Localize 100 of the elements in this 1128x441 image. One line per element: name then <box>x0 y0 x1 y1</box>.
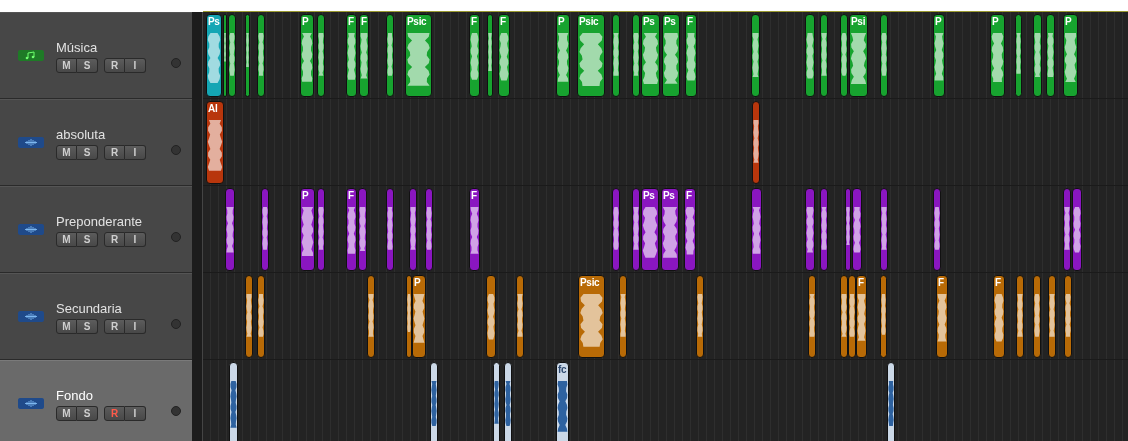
audio-region[interactable] <box>619 275 627 358</box>
audio-region[interactable] <box>820 14 828 97</box>
audio-region[interactable]: P <box>1063 14 1078 97</box>
audio-region[interactable] <box>751 188 762 271</box>
track-toggle-button[interactable]: S <box>77 319 98 334</box>
audio-region[interactable] <box>612 188 620 271</box>
audio-region[interactable] <box>751 14 760 97</box>
audio-region[interactable] <box>880 188 888 271</box>
track-header[interactable]: Secundaria M S R I <box>0 273 192 360</box>
track-toggle-button[interactable]: M <box>56 406 77 421</box>
audio-region[interactable] <box>1046 14 1055 97</box>
track-toggle-button[interactable]: R <box>104 58 125 73</box>
audio-region[interactable] <box>612 14 620 97</box>
audio-region[interactable] <box>516 275 524 358</box>
audio-region[interactable]: F <box>685 14 697 97</box>
audio-region[interactable] <box>367 275 375 358</box>
track-toggle-button[interactable]: M <box>56 145 77 160</box>
track-toggle-button[interactable]: R <box>104 319 125 334</box>
audio-region[interactable] <box>245 275 253 358</box>
audio-region[interactable] <box>261 188 269 271</box>
audio-region[interactable]: F <box>469 14 480 97</box>
track-toggle-button[interactable]: I <box>125 58 146 73</box>
track-toggle-button[interactable]: S <box>77 58 98 73</box>
audio-region[interactable]: F <box>684 188 696 271</box>
audio-region[interactable] <box>845 188 851 271</box>
audio-region[interactable]: P <box>556 14 570 97</box>
audio-region[interactable]: F <box>346 14 357 97</box>
audio-region[interactable] <box>1064 275 1072 358</box>
audio-region[interactable] <box>632 188 640 271</box>
track-header[interactable]: Música M S R I <box>0 12 192 99</box>
audio-region[interactable]: F <box>993 275 1005 358</box>
audio-region[interactable] <box>225 188 235 271</box>
track-toggle-button[interactable]: I <box>125 319 146 334</box>
audio-region[interactable]: Psic <box>405 14 432 97</box>
audio-region[interactable]: Ps <box>206 14 222 97</box>
audio-region[interactable] <box>487 14 493 97</box>
audio-region[interactable] <box>504 362 512 441</box>
track-toggle-button[interactable]: S <box>77 145 98 160</box>
track-toggle-button[interactable]: I <box>125 232 146 247</box>
audio-region[interactable] <box>632 14 640 97</box>
audio-region[interactable] <box>358 188 367 271</box>
audio-region[interactable]: F <box>856 275 867 358</box>
audio-region[interactable]: P <box>412 275 426 358</box>
audio-region[interactable] <box>752 101 760 184</box>
audio-region[interactable] <box>257 275 265 358</box>
audio-region[interactable] <box>933 188 941 271</box>
audio-region[interactable] <box>805 188 815 271</box>
audio-region[interactable]: P <box>990 14 1005 97</box>
audio-region[interactable] <box>425 188 433 271</box>
audio-region[interactable]: Psi <box>849 14 868 97</box>
audio-region[interactable] <box>386 14 394 97</box>
audio-region[interactable]: Ps <box>661 188 679 271</box>
audio-region[interactable]: F <box>346 188 357 271</box>
audio-region[interactable]: P <box>300 14 314 97</box>
track-toggle-button[interactable]: I <box>125 145 146 160</box>
audio-region[interactable] <box>1072 188 1082 271</box>
track-toggle-button[interactable]: M <box>56 58 77 73</box>
audio-region[interactable] <box>245 14 250 97</box>
track-header[interactable]: absoluta M S R I <box>0 99 192 186</box>
audio-region[interactable]: Psic <box>577 14 605 97</box>
track-header[interactable]: Fondo M S R I <box>0 360 192 441</box>
audio-region[interactable] <box>696 275 704 358</box>
track-toggle-button[interactable]: S <box>77 406 98 421</box>
audio-region[interactable] <box>409 188 417 271</box>
audio-region[interactable] <box>852 188 862 271</box>
audio-region[interactable] <box>386 188 394 271</box>
audio-region[interactable] <box>257 14 265 97</box>
track-toggle-button[interactable]: I <box>125 406 146 421</box>
audio-region[interactable] <box>1016 275 1024 358</box>
audio-region[interactable]: P <box>300 188 315 271</box>
track-header[interactable]: Preponderante M S R I <box>0 186 192 273</box>
audio-region[interactable]: fc <box>556 362 569 441</box>
audio-region[interactable] <box>887 362 895 441</box>
track-toggle-button[interactable]: M <box>56 232 77 247</box>
audio-region[interactable]: Ps <box>641 188 659 271</box>
audio-region[interactable]: Ps <box>641 14 660 97</box>
audio-region[interactable] <box>430 362 438 441</box>
audio-region[interactable]: F <box>936 275 948 358</box>
audio-region[interactable] <box>1015 14 1022 97</box>
track-toggle-button[interactable]: S <box>77 232 98 247</box>
audio-region[interactable] <box>820 188 828 271</box>
audio-region[interactable] <box>1033 275 1041 358</box>
audio-region[interactable]: Al <box>206 101 224 184</box>
audio-region[interactable] <box>1063 188 1071 271</box>
audio-region[interactable] <box>493 362 500 441</box>
audio-region[interactable] <box>805 14 815 97</box>
audio-region[interactable]: F <box>498 14 510 97</box>
audio-region[interactable] <box>223 14 227 97</box>
audio-region[interactable] <box>880 275 887 358</box>
audio-region[interactable] <box>880 14 888 97</box>
track-toggle-button[interactable]: R <box>104 145 125 160</box>
audio-region[interactable] <box>228 14 236 97</box>
audio-region[interactable]: Psic <box>578 275 605 358</box>
audio-region[interactable] <box>808 275 816 358</box>
audio-region[interactable] <box>1048 275 1056 358</box>
audio-region[interactable] <box>486 275 496 358</box>
audio-region[interactable] <box>840 14 848 97</box>
audio-region[interactable]: Ps <box>662 14 680 97</box>
audio-region[interactable]: P <box>933 14 945 97</box>
track-toggle-button[interactable]: M <box>56 319 77 334</box>
